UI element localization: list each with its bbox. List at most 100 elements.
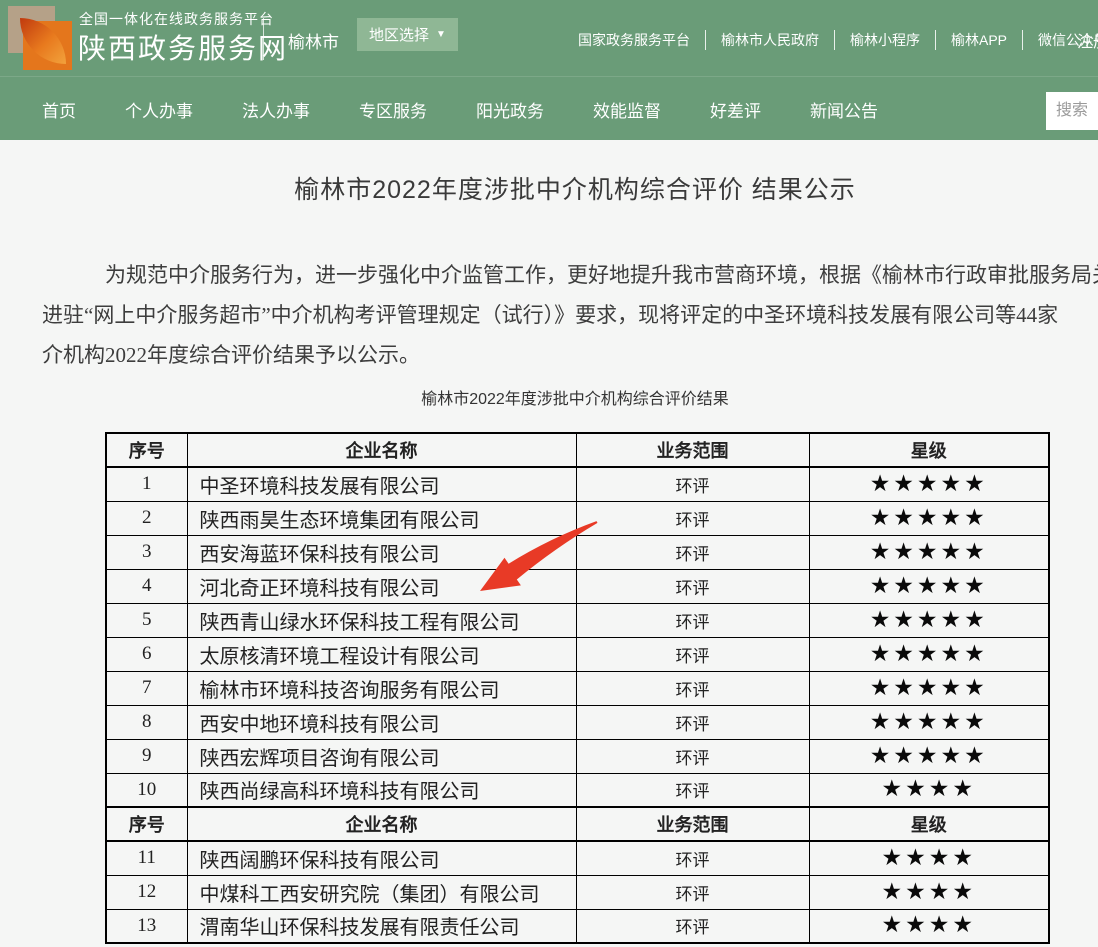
- cell-scope: 环评: [576, 841, 809, 875]
- cell-company-name: 陕西宏辉项目咨询有限公司: [187, 739, 576, 773]
- column-header-0: 序号: [106, 433, 187, 467]
- page-title: 榆林市2022年度涉批中介机构综合评价 结果公示: [0, 170, 1098, 206]
- site-logo-icon[interactable]: [8, 6, 72, 70]
- cell-star-rating: ★★★★: [809, 909, 1049, 943]
- cell-company-name: 西安海蓝环保科技有限公司: [187, 535, 576, 569]
- nav-item-0[interactable]: 首页: [42, 97, 76, 122]
- table-row: 1中圣环境科技发展有限公司环评★★★★★: [106, 467, 1049, 501]
- cell-no: 1: [106, 467, 187, 501]
- cell-star-rating: ★★★★★: [809, 739, 1049, 773]
- cell-scope: 环评: [576, 875, 809, 909]
- cell-star-rating: ★★★★★: [809, 467, 1049, 501]
- nav-item-1[interactable]: 个人办事: [125, 97, 193, 122]
- cell-no: 8: [106, 705, 187, 739]
- cell-company-name: 陕西尚绿高科环境科技有限公司: [187, 773, 576, 807]
- results-table: 序号企业名称业务范围星级1中圣环境科技发展有限公司环评★★★★★2陕西雨昊生态环…: [105, 432, 1050, 944]
- chevron-down-icon: ▼: [436, 30, 446, 40]
- cell-company-name: 中煤科工西安研究院（集团）有限公司: [187, 875, 576, 909]
- cell-star-rating: ★★★★★: [809, 637, 1049, 671]
- cell-no: 5: [106, 603, 187, 637]
- cell-no: 7: [106, 671, 187, 705]
- article-content: 榆林市2022年度涉批中介机构综合评价 结果公示 为规范中介服务行为，进一步强化…: [0, 140, 1098, 206]
- cell-scope: 环评: [576, 637, 809, 671]
- header-divider: [263, 18, 264, 60]
- column-header-2: 业务范围: [576, 807, 809, 841]
- nav-item-3[interactable]: 专区服务: [359, 97, 427, 122]
- table-row: 3西安海蓝环保科技有限公司环评★★★★★: [106, 535, 1049, 569]
- table-header-row: 序号企业名称业务范围星级: [106, 433, 1049, 467]
- cell-no: 6: [106, 637, 187, 671]
- table-row: 6太原核清环境工程设计有限公司环评★★★★★: [106, 637, 1049, 671]
- nav-item-6[interactable]: 好差评: [710, 97, 761, 122]
- table-row: 8西安中地环境科技有限公司环评★★★★★: [106, 705, 1049, 739]
- table-row: 11陕西阔鹏环保科技有限公司环评★★★★: [106, 841, 1049, 875]
- top-header: 全国一体化在线政务服务平台 陕西政务服务网 榆林市 地区选择 ▼ 国家政务服务平…: [0, 0, 1098, 76]
- cell-star-rating: ★★★★★: [809, 603, 1049, 637]
- cell-scope: 环评: [576, 739, 809, 773]
- cell-company-name: 河北奇正环境科技有限公司: [187, 569, 576, 603]
- current-city-label: 榆林市: [288, 28, 339, 53]
- region-selector-button[interactable]: 地区选择 ▼: [357, 18, 458, 51]
- column-header-0: 序号: [106, 807, 187, 841]
- column-header-3: 星级: [809, 807, 1049, 841]
- table-caption: 榆林市2022年度涉批中介机构综合评价结果: [0, 385, 1098, 409]
- column-header-2: 业务范围: [576, 433, 809, 467]
- paragraph-line-3: 介机构2022年度综合评价结果予以公示。: [42, 335, 1098, 375]
- header-links: 国家政务服务平台榆林市人民政府榆林小程序榆林APP微信公众号: [578, 30, 1098, 50]
- cell-scope: 环评: [576, 467, 809, 501]
- cell-star-rating: ★★★★★: [809, 569, 1049, 603]
- nav-menu: 首页 个人办事 法人办事 专区服务 阳光政务 效能监督 好差评 新闻公告: [42, 77, 878, 141]
- table-row: 10陕西尚绿高科环境科技有限公司环评★★★★: [106, 773, 1049, 807]
- paragraph-line-2: 进驻“网上中介服务超市”中介机构考评管理规定（试行）》要求，现将评定的中圣环境科…: [42, 295, 1098, 335]
- column-header-1: 企业名称: [187, 807, 576, 841]
- cell-company-name: 太原核清环境工程设计有限公司: [187, 637, 576, 671]
- nav-item-2[interactable]: 法人办事: [242, 97, 310, 122]
- cell-no: 13: [106, 909, 187, 943]
- table-row: 4河北奇正环境科技有限公司环评★★★★★: [106, 569, 1049, 603]
- cell-scope: 环评: [576, 603, 809, 637]
- nav-item-7[interactable]: 新闻公告: [810, 97, 878, 122]
- cell-scope: 环评: [576, 569, 809, 603]
- header-link-3[interactable]: 榆林APP: [935, 30, 1007, 50]
- nav-item-4[interactable]: 阳光政务: [476, 97, 544, 122]
- cell-company-name: 陕西阔鹏环保科技有限公司: [187, 841, 576, 875]
- article-paragraph: 为规范中介服务行为，进一步强化中介监管工作，更好地提升我市营商环境，根据《榆林市…: [42, 255, 1098, 375]
- cell-star-rating: ★★★★: [809, 841, 1049, 875]
- cell-company-name: 中圣环境科技发展有限公司: [187, 467, 576, 501]
- table-row: 9陕西宏辉项目咨询有限公司环评★★★★★: [106, 739, 1049, 773]
- cell-star-rating: ★★★★★: [809, 535, 1049, 569]
- cell-star-rating: ★★★★★: [809, 705, 1049, 739]
- header-link-2[interactable]: 榆林小程序: [834, 30, 920, 50]
- table-row: 5陕西青山绿水环保科技工程有限公司环评★★★★★: [106, 603, 1049, 637]
- cell-company-name: 陕西青山绿水环保科技工程有限公司: [187, 603, 576, 637]
- table-row: 2陕西雨昊生态环境集团有限公司环评★★★★★: [106, 501, 1049, 535]
- cell-scope: 环评: [576, 535, 809, 569]
- cell-scope: 环评: [576, 705, 809, 739]
- cell-scope: 环评: [576, 909, 809, 943]
- cell-no: 11: [106, 841, 187, 875]
- cell-star-rating: ★★★★★: [809, 671, 1049, 705]
- nav-item-5[interactable]: 效能监督: [593, 97, 661, 122]
- header-link-0[interactable]: 国家政务服务平台: [578, 30, 690, 50]
- site-name: 陕西政务服务网: [78, 27, 288, 67]
- cell-company-name: 渭南华山环保科技发展有限责任公司: [187, 909, 576, 943]
- header-link-1[interactable]: 榆林市人民政府: [705, 30, 819, 50]
- cell-no: 4: [106, 569, 187, 603]
- region-selector-label: 地区选择: [369, 24, 429, 45]
- cell-scope: 环评: [576, 501, 809, 535]
- cell-scope: 环评: [576, 671, 809, 705]
- search-input[interactable]: [1046, 92, 1098, 130]
- platform-label: 全国一体化在线政务服务平台: [79, 9, 274, 29]
- paragraph-line-1: 为规范中介服务行为，进一步强化中介监管工作，更好地提升我市营商环境，根据《榆林市…: [42, 255, 1098, 295]
- cell-star-rating: ★★★★: [809, 773, 1049, 807]
- page: 全国一体化在线政务服务平台 陕西政务服务网 榆林市 地区选择 ▼ 国家政务服务平…: [0, 0, 1098, 947]
- table-row: 12中煤科工西安研究院（集团）有限公司环评★★★★: [106, 875, 1049, 909]
- register-link[interactable]: 注册: [1077, 28, 1098, 52]
- cell-company-name: 西安中地环境科技有限公司: [187, 705, 576, 739]
- cell-company-name: 榆林市环境科技咨询服务有限公司: [187, 671, 576, 705]
- cell-no: 2: [106, 501, 187, 535]
- cell-scope: 环评: [576, 773, 809, 807]
- main-navbar: 首页 个人办事 法人办事 专区服务 阳光政务 效能监督 好差评 新闻公告: [0, 76, 1098, 140]
- table-row: 13渭南华山环保科技发展有限责任公司环评★★★★: [106, 909, 1049, 943]
- table-header-row: 序号企业名称业务范围星级: [106, 807, 1049, 841]
